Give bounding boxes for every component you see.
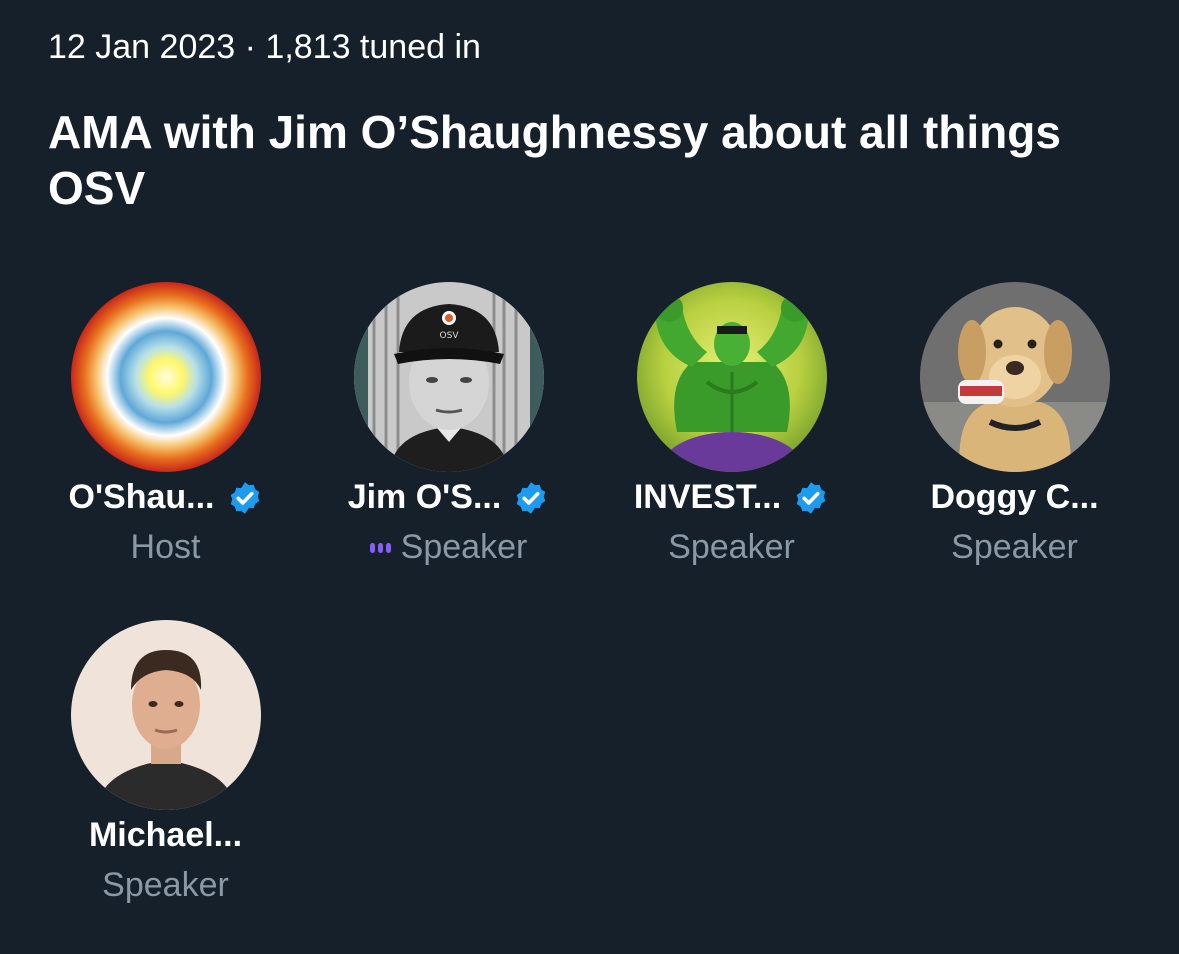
- participant-name: O'Shau...: [68, 478, 215, 516]
- participant-name: Michael...: [88, 816, 243, 854]
- participant-speaker-invest[interactable]: INVEST... Speaker: [590, 282, 873, 582]
- space-date: 12 Jan 2023: [48, 28, 236, 66]
- space-title: AMA with Jim O’Shaughnessy about all thi…: [48, 106, 1061, 214]
- verified-badge-icon: [793, 480, 829, 516]
- participant-speaker-doggy[interactable]: Doggy C... Speaker: [873, 282, 1156, 582]
- verified-badge-icon: [227, 480, 263, 516]
- participant-role: Speaker: [668, 528, 795, 566]
- participant-speaker-michael[interactable]: Michael... Speaker: [24, 620, 307, 920]
- tuned-in-count: 1,813 tuned in: [265, 28, 481, 66]
- participant-name-row: Jim O'S...: [307, 478, 590, 517]
- hulk-avatar[interactable]: [637, 282, 827, 472]
- participant-name: INVEST...: [633, 478, 782, 516]
- svg-text:OSV: OSV: [440, 331, 460, 341]
- participant-role: Speaker: [951, 528, 1078, 566]
- participant-host[interactable]: O'Shau... Host: [24, 282, 307, 582]
- participant-role-row: Host: [24, 528, 307, 567]
- participant-name: Jim O'S...: [347, 478, 502, 516]
- participant-role-row: Speaker: [307, 528, 590, 567]
- participant-role: Speaker: [102, 866, 229, 904]
- participant-role: Host: [130, 528, 201, 566]
- man-portrait-avatar[interactable]: [71, 620, 261, 810]
- gradient-circle-avatar[interactable]: [71, 282, 261, 472]
- verified-badge-icon: [513, 480, 549, 516]
- labrador-dog-avatar[interactable]: [920, 282, 1110, 472]
- speaking-indicator-icon: [369, 542, 391, 553]
- participant-name-row: Michael...: [24, 816, 307, 855]
- participant-role: Speaker: [400, 528, 528, 566]
- participant-name-row: Doggy C...: [873, 478, 1156, 517]
- participant-name: Doggy C...: [930, 478, 1099, 516]
- space-details-panel: 12 Jan 2023 · 1,813 tuned in AMA with Ji…: [0, 0, 1179, 954]
- meta-separator: ·: [244, 28, 256, 66]
- space-meta: 12 Jan 2023 · 1,813 tuned in: [48, 28, 481, 67]
- participant-name-row: INVEST...: [590, 478, 873, 517]
- participant-speaker-jim[interactable]: OSV Jim O'S... Speaker: [307, 282, 590, 582]
- participant-role-row: Speaker: [873, 528, 1156, 567]
- man-in-osv-cap-avatar[interactable]: OSV: [354, 282, 544, 472]
- participant-role-row: Speaker: [24, 866, 307, 905]
- participant-role-row: Speaker: [590, 528, 873, 567]
- participant-name-row: O'Shau...: [24, 478, 307, 517]
